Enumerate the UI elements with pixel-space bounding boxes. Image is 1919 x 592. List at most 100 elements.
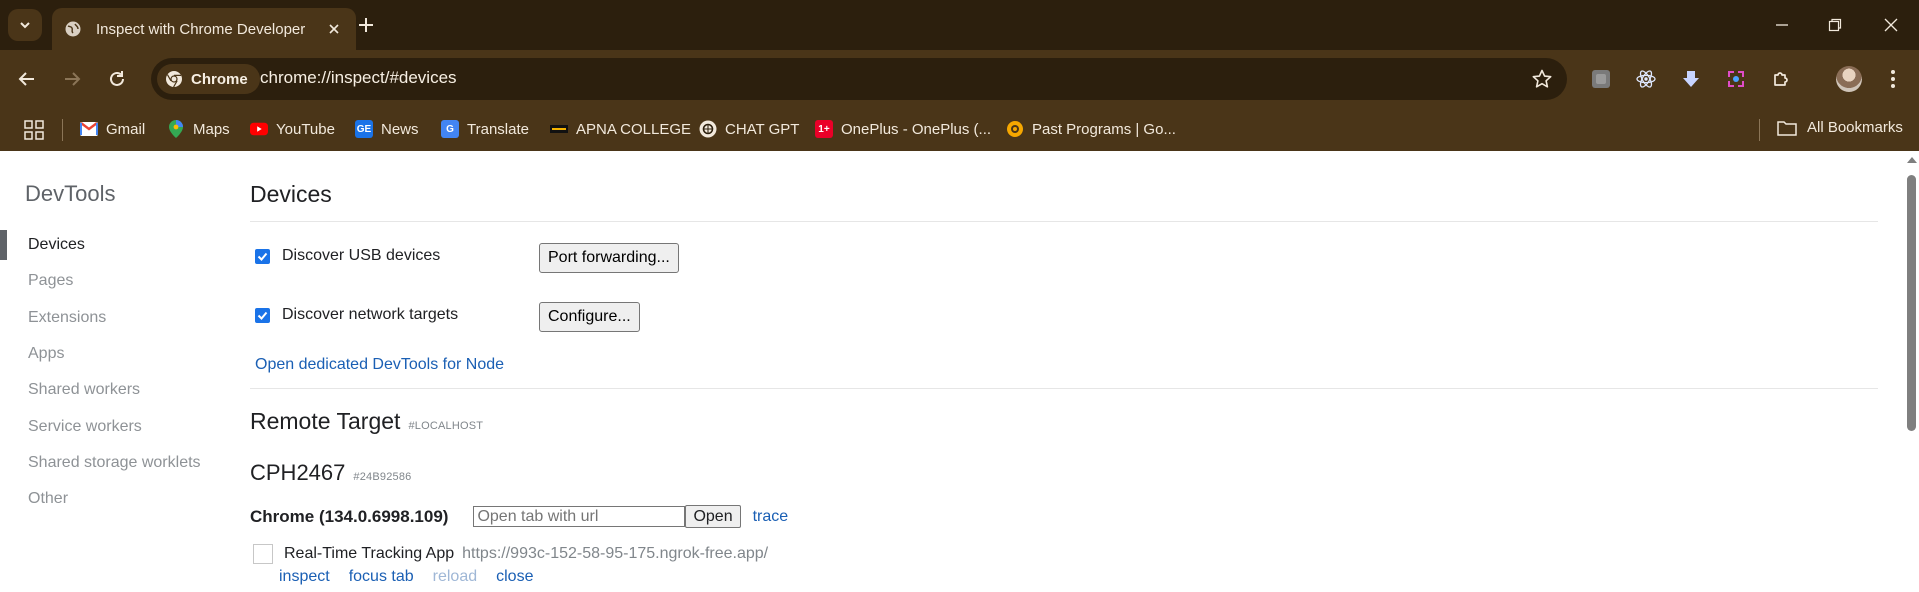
youtube-icon: [250, 120, 268, 138]
tab-search-button[interactable]: [8, 9, 42, 41]
usb-discovery-option: Discover USB devices: [255, 247, 440, 265]
remote-target-title: Remote Target: [250, 408, 401, 434]
forward-button[interactable]: [57, 64, 87, 94]
bookmark-apna-college[interactable]: APNA COLLEGE: [550, 120, 691, 138]
device-heading: CPH2467 #24B92586: [250, 460, 411, 486]
bookmark-star-icon[interactable]: [1531, 68, 1553, 90]
target-thumbnail: [253, 544, 273, 564]
bookmark-label: Gmail: [106, 120, 146, 138]
reload-link[interactable]: reload: [433, 568, 477, 586]
sidebar-item-shared-workers[interactable]: Shared workers: [0, 372, 240, 408]
bookmark-youtube[interactable]: YouTube: [250, 120, 335, 138]
device-id: #24B92586: [353, 471, 412, 483]
bookmark-news[interactable]: GE News: [355, 120, 419, 138]
open-tab-button[interactable]: Open: [685, 505, 741, 528]
remote-target-heading: Remote Target #LOCALHOST: [250, 408, 483, 435]
bookmark-past-programs[interactable]: Past Programs | Go...: [1006, 120, 1176, 138]
arrow-left-icon: [18, 72, 34, 86]
globe-icon: [64, 20, 82, 38]
oneplus-icon: 1+: [815, 120, 833, 138]
restore-button[interactable]: [1820, 10, 1850, 40]
bookmark-label: APNA COLLEGE: [576, 120, 692, 138]
divider: [250, 388, 1878, 389]
usb-discovery-label: Discover USB devices: [282, 247, 441, 264]
translate-icon: G: [441, 120, 459, 138]
profile-avatar[interactable]: [1836, 66, 1862, 92]
plus-icon: [359, 18, 373, 32]
sidebar-item-apps[interactable]: Apps: [0, 336, 240, 372]
bookmarks-bar: Gmail Maps YouTube GE News G Translate A…: [0, 108, 1919, 151]
bookmark-oneplus[interactable]: 1+ OnePlus - OnePlus (...: [815, 120, 991, 138]
network-discovery-label: Discover network targets: [282, 306, 459, 323]
target-url: https://993c-152-58-95-175.ngrok-free.ap…: [462, 545, 769, 562]
sidebar-item-other[interactable]: Other: [0, 481, 240, 517]
all-bookmarks-button[interactable]: All Bookmarks: [1777, 119, 1903, 136]
close-window-button[interactable]: [1876, 10, 1906, 40]
bookmark-label: Past Programs | Go...: [1032, 120, 1176, 138]
network-discovery-checkbox[interactable]: [255, 307, 270, 323]
target-title: Real-Time Tracking App: [284, 545, 455, 562]
bookmark-label: News: [381, 120, 419, 138]
maps-icon: [167, 120, 185, 138]
extensions-puzzle-icon[interactable]: [1768, 66, 1794, 92]
bookmark-label: CHAT GPT: [725, 120, 800, 138]
remote-target-row: Real-Time Tracking App https://993c-152-…: [253, 544, 768, 564]
bookmark-translate[interactable]: G Translate: [441, 120, 529, 138]
sidebar-item-service-workers[interactable]: Service workers: [0, 408, 240, 444]
minimize-button[interactable]: [1767, 10, 1797, 40]
color-picker-extension-icon[interactable]: [1723, 66, 1749, 92]
bookmark-label: Maps: [193, 120, 230, 138]
restore-icon: [1828, 18, 1842, 32]
menu-kebab-icon[interactable]: [1880, 66, 1906, 92]
toolbar: Chrome chrome://inspect/#devices: [0, 50, 1919, 108]
device-name: CPH2467: [250, 460, 346, 485]
reload-button[interactable]: [102, 64, 132, 94]
target-actions: inspect focus tab reload close: [279, 568, 552, 586]
bookmark-label: Translate: [467, 120, 529, 138]
bookmark-gmail[interactable]: Gmail: [80, 120, 145, 138]
remote-browser-version: Chrome (134.0.6998.109): [250, 506, 449, 526]
close-icon: [1884, 18, 1898, 32]
page-title: Devices: [250, 181, 332, 207]
bookmark-maps[interactable]: Maps: [167, 120, 230, 138]
all-bookmarks-label: All Bookmarks: [1807, 119, 1903, 136]
checkmark-icon: [257, 311, 268, 320]
scroll-up-arrow-icon[interactable]: [1907, 157, 1917, 163]
close-link[interactable]: close: [496, 568, 533, 586]
minimize-icon: [1776, 24, 1788, 26]
sidebar-item-pages[interactable]: Pages: [0, 263, 240, 299]
network-discovery-option: Discover network targets: [255, 306, 458, 324]
bookmarks-divider: [1759, 119, 1760, 141]
active-tab[interactable]: Inspect with Chrome Developer: [52, 8, 356, 50]
focus-tab-link[interactable]: focus tab: [349, 568, 414, 586]
chip-label: Chrome: [191, 70, 248, 88]
bookmark-chatgpt[interactable]: CHAT GPT: [699, 120, 799, 138]
open-tab-url-input[interactable]: Open tab with url: [473, 506, 686, 527]
sidebar-item-extensions[interactable]: Extensions: [0, 300, 240, 336]
usb-discovery-checkbox[interactable]: [255, 248, 270, 264]
sidebar-item-devices[interactable]: Devices: [0, 227, 240, 263]
download-extension-icon[interactable]: [1678, 66, 1704, 92]
url-text[interactable]: chrome://inspect/#devices: [260, 68, 457, 88]
configure-button[interactable]: Configure...: [539, 302, 640, 332]
bookmark-label: OnePlus - OnePlus (...: [841, 120, 992, 138]
back-button[interactable]: [12, 64, 42, 94]
sidebar-item-shared-storage-worklets[interactable]: Shared storage worklets: [0, 445, 240, 481]
tab-close-icon[interactable]: [324, 19, 344, 39]
new-tab-button[interactable]: [352, 11, 380, 39]
page-scrollbar[interactable]: [1904, 151, 1919, 592]
site-info-chip[interactable]: Chrome: [157, 64, 260, 94]
open-node-devtools-link[interactable]: Open dedicated DevTools for Node: [255, 356, 504, 374]
extension-gray-square-icon[interactable]: [1588, 66, 1614, 92]
scrollbar-thumb[interactable]: [1907, 175, 1916, 431]
inspect-link[interactable]: inspect: [279, 568, 330, 586]
address-bar[interactable]: Chrome chrome://inspect/#devices: [151, 58, 1567, 100]
port-forwarding-button[interactable]: Port forwarding...: [539, 243, 679, 273]
apna-college-icon: [550, 120, 568, 138]
trace-link[interactable]: trace: [753, 508, 789, 526]
remote-target-tag: #LOCALHOST: [408, 420, 484, 432]
reload-icon: [110, 71, 124, 86]
apps-grid-icon[interactable]: [23, 119, 45, 141]
react-devtools-icon[interactable]: [1633, 66, 1659, 92]
gmail-icon: [80, 120, 98, 138]
